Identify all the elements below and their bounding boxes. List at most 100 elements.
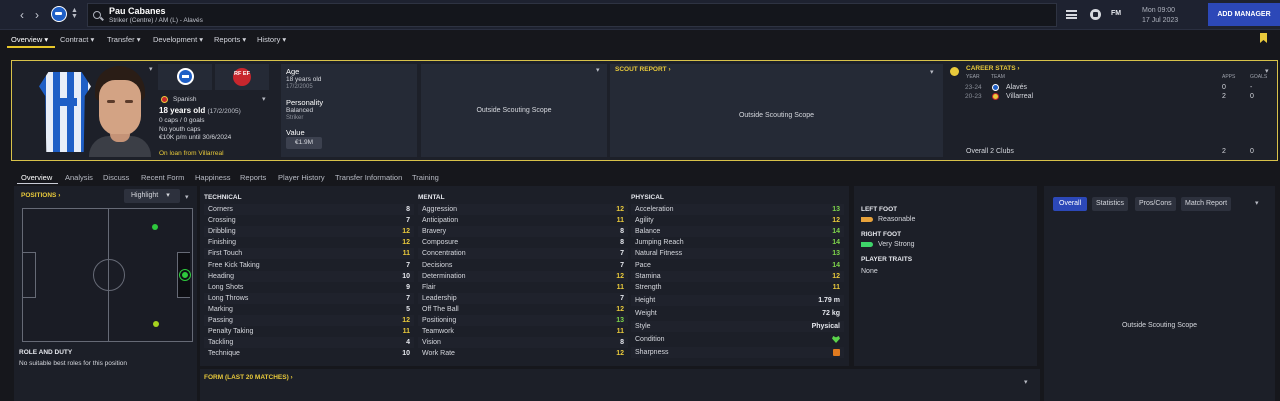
highlight-select[interactable]: Highlight ▾: [124, 189, 180, 203]
loan-status[interactable]: On loan from Villarreal: [159, 150, 224, 157]
subnav-reports[interactable]: Reports ▾: [214, 35, 246, 44]
list-item[interactable]: Flair 11: [418, 282, 628, 293]
scouting-dropdown-icon[interactable]: ▾: [596, 66, 600, 74]
tab-match-report[interactable]: Match Report: [1181, 197, 1232, 211]
tab-player-history[interactable]: Player History: [278, 173, 325, 182]
list-item[interactable]: Bravery 8: [418, 226, 628, 238]
career-overall-apps: 2: [1222, 148, 1226, 155]
bookmark-icon[interactable]: [1260, 33, 1267, 43]
search-bar[interactable]: Pau Cabanes Striker (Centre) / AM (L) - …: [87, 3, 1057, 27]
list-item[interactable]: Jumping Reach 14: [631, 237, 844, 248]
career-stats-link[interactable]: CAREER STATS ›: [966, 65, 1020, 72]
club-badge-card[interactable]: [158, 64, 212, 90]
list-item[interactable]: Long Shots 9: [204, 282, 414, 293]
nationality[interactable]: Spanish: [173, 96, 197, 103]
list-item[interactable]: Composure 8: [418, 237, 628, 248]
attribute-value: 12: [832, 217, 840, 225]
attribute-value: 12: [616, 305, 624, 313]
tab-overall-report[interactable]: Overall: [1053, 197, 1088, 211]
tab-pros-cons[interactable]: Pros/Cons: [1135, 197, 1176, 211]
list-item[interactable]: Stamina 12: [631, 270, 844, 282]
list-item[interactable]: Penalty Taking 11: [204, 326, 414, 337]
date-display[interactable]: Mon 09:00 17 Jul 2023: [1142, 6, 1178, 26]
list-item[interactable]: Free Kick Taking 7: [204, 260, 414, 271]
player-traits-value: None: [861, 268, 878, 275]
list-item[interactable]: Finishing 12: [204, 237, 414, 248]
club-badge-icon[interactable]: [51, 6, 67, 22]
club-switch-icon[interactable]: ▲ ▼: [71, 7, 78, 20]
positions-link[interactable]: POSITIONS ›: [21, 192, 60, 199]
list-item[interactable]: Pace 14: [631, 260, 844, 271]
face-dropdown-icon[interactable]: ▾: [149, 65, 153, 73]
list-item[interactable]: Corners 8: [204, 204, 414, 215]
tab-discuss[interactable]: Discuss: [103, 173, 129, 182]
add-manager-button[interactable]: ADD MANAGER: [1208, 3, 1280, 26]
list-item[interactable]: Long Throws 7: [204, 292, 414, 304]
attribute-value: 7: [406, 217, 410, 225]
back-arrow-icon[interactable]: ‹: [15, 8, 29, 22]
list-item[interactable]: Positioning 13: [418, 315, 628, 326]
tab-training[interactable]: Training: [412, 173, 439, 182]
tab-recent-form[interactable]: Recent Form: [141, 173, 184, 182]
tab-transfer-information[interactable]: Transfer Information: [335, 173, 402, 182]
attribute-value: 4: [406, 339, 410, 347]
list-item[interactable]: Concentration 7: [418, 248, 628, 260]
subnav-transfer[interactable]: Transfer ▾: [107, 35, 141, 44]
subnav-history[interactable]: History ▾: [257, 35, 286, 44]
list-item[interactable]: Dribbling 12: [204, 226, 414, 238]
overall-dropdown-icon[interactable]: ▾: [1255, 199, 1259, 207]
form-dropdown-icon[interactable]: ▾: [1024, 378, 1028, 386]
list-item[interactable]: Aggression 12: [418, 204, 628, 215]
career-header-goals: GOALS: [1250, 74, 1268, 80]
list-item[interactable]: Marking 5: [204, 304, 414, 315]
tab-statistics[interactable]: Statistics: [1092, 197, 1129, 211]
national-badge-card[interactable]: RF EF: [215, 64, 269, 90]
attribute-value: 8: [620, 339, 624, 347]
list-item[interactable]: Technique 10: [204, 348, 414, 359]
list-item[interactable]: Acceleration 13: [631, 204, 844, 215]
forward-arrow-icon[interactable]: ›: [30, 8, 44, 22]
subnav-overview[interactable]: Overview ▾: [11, 35, 48, 44]
ball-icon[interactable]: [1090, 9, 1101, 20]
list-item[interactable]: Strength 11: [631, 282, 844, 293]
attribute-value: 13: [616, 317, 624, 324]
list-item[interactable]: Crossing 7: [204, 215, 414, 226]
list-item[interactable]: Work Rate 12: [418, 348, 628, 359]
tab-analysis[interactable]: Analysis: [65, 173, 93, 182]
attribute-value: 7: [620, 294, 624, 302]
list-item[interactable]: Agility 12: [631, 215, 844, 226]
list-item[interactable]: Teamwork 11: [418, 326, 628, 337]
scout-report-link[interactable]: SCOUT REPORT ›: [615, 66, 671, 73]
list-item[interactable]: Off The Ball 12: [418, 304, 628, 315]
attribute-name: Dribbling: [208, 228, 236, 236]
list-item[interactable]: Tackling 4: [204, 337, 414, 349]
value-badge[interactable]: €1.9M: [286, 137, 322, 149]
list-item[interactable]: Vision 8: [418, 337, 628, 349]
age-line: 18 years old (17/2/2005): [159, 106, 241, 115]
list-item[interactable]: Leadership 7: [418, 292, 628, 304]
table-row[interactable]: 20-23 Villarreal 2 0: [964, 91, 1274, 102]
scout-report-dropdown-icon[interactable]: ▾: [930, 68, 934, 76]
position-dot-aml: [152, 224, 158, 230]
list-item[interactable]: Passing 12: [204, 315, 414, 326]
list-item[interactable]: First Touch 11: [204, 248, 414, 260]
list-item[interactable]: Natural Fitness 13: [631, 248, 844, 260]
list-item[interactable]: Anticipation 11: [418, 215, 628, 226]
tab-overview[interactable]: Overview: [21, 173, 52, 182]
fm-logo[interactable]: FM: [1111, 10, 1121, 17]
list-item[interactable]: Determination 12: [418, 270, 628, 282]
physical-extras: Height 1.79 m Weight 72 kg Style Physica…: [631, 293, 844, 359]
list-item: Sharpness: [631, 347, 844, 358]
wage-contract[interactable]: €10K p/m until 30/6/2024: [159, 134, 231, 141]
menu-icon[interactable]: [1066, 10, 1077, 19]
list-item[interactable]: Heading 10: [204, 270, 414, 282]
tab-happiness[interactable]: Happiness: [195, 173, 230, 182]
tab-reports[interactable]: Reports: [240, 173, 266, 182]
subnav-development[interactable]: Development ▾: [153, 35, 203, 44]
subnav-contract[interactable]: Contract ▾: [60, 35, 94, 44]
positions-dropdown-icon[interactable]: ▾: [185, 193, 189, 201]
nationality-dropdown-icon[interactable]: ▾: [262, 95, 266, 103]
list-item[interactable]: Decisions 7: [418, 260, 628, 271]
form-link[interactable]: FORM (LAST 20 MATCHES) ›: [204, 374, 293, 381]
list-item[interactable]: Balance 14: [631, 226, 844, 238]
